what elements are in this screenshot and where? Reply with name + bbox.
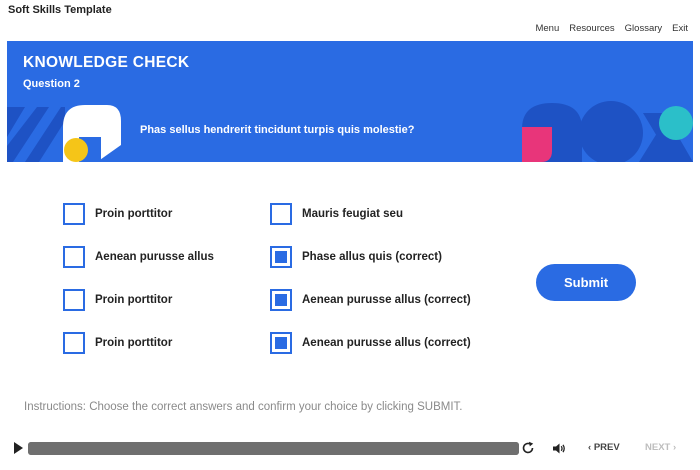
replay-icon[interactable] bbox=[521, 441, 535, 455]
question-number: Question 2 bbox=[23, 78, 80, 90]
answer-label: Aenean purusse allus bbox=[95, 251, 214, 263]
answer-option[interactable]: Proin porttitor bbox=[63, 203, 172, 225]
prev-label: PREV bbox=[593, 442, 620, 453]
app-title: Soft Skills Template bbox=[8, 4, 112, 16]
question-text: Phas sellus hendrerit tincidunt turpis q… bbox=[140, 124, 415, 136]
stripes-decoration bbox=[7, 107, 65, 162]
progress-bar[interactable] bbox=[28, 442, 519, 455]
answer-label: Aenean purusse allus (correct) bbox=[302, 337, 471, 349]
answer-label: Aenean purusse allus (correct) bbox=[302, 294, 471, 306]
answer-label: Proin porttitor bbox=[95, 337, 173, 349]
geometric-decoration bbox=[522, 101, 693, 162]
checkbox-checked[interactable] bbox=[270, 332, 292, 354]
chevron-left-icon: ‹ bbox=[588, 442, 592, 453]
answer-option[interactable]: Aenean purusse allus bbox=[63, 246, 214, 268]
checkbox[interactable] bbox=[63, 289, 85, 311]
checkbox[interactable] bbox=[270, 203, 292, 225]
top-nav: Menu Resources Glossary Exit bbox=[535, 23, 688, 34]
checkbox[interactable] bbox=[63, 246, 85, 268]
answer-label: Proin porttitor bbox=[95, 208, 173, 220]
answer-option[interactable]: Proin porttitor bbox=[63, 289, 172, 311]
answer-option[interactable]: Phase allus quis (correct) bbox=[270, 246, 442, 268]
checkbox-checked[interactable] bbox=[270, 289, 292, 311]
volume-icon[interactable] bbox=[552, 442, 566, 455]
instructions-text: Instructions: Choose the correct answers… bbox=[24, 401, 463, 413]
answer-label: Proin porttitor bbox=[95, 294, 173, 306]
question-mark-decoration bbox=[63, 105, 121, 162]
answer-label: Mauris feugiat seu bbox=[302, 208, 403, 220]
exit-link[interactable]: Exit bbox=[672, 23, 688, 34]
prev-button[interactable]: ‹ PREV bbox=[588, 442, 620, 453]
checkbox-checked[interactable] bbox=[270, 246, 292, 268]
menu-link[interactable]: Menu bbox=[535, 23, 559, 34]
answer-option[interactable]: Mauris feugiat seu bbox=[270, 203, 403, 225]
question-banner: KNOWLEDGE CHECK Question 2 Phas sellus h… bbox=[7, 41, 693, 162]
next-label: NEXT bbox=[645, 442, 671, 453]
knowledge-check-title: KNOWLEDGE CHECK bbox=[23, 54, 190, 71]
play-icon[interactable] bbox=[14, 442, 23, 454]
checkbox[interactable] bbox=[63, 203, 85, 225]
checkbox[interactable] bbox=[63, 332, 85, 354]
progress-fill bbox=[28, 442, 519, 455]
answer-option[interactable]: Proin porttitor bbox=[63, 332, 172, 354]
next-button: NEXT › bbox=[645, 442, 676, 453]
resources-link[interactable]: Resources bbox=[569, 23, 614, 34]
answer-option[interactable]: Aenean purusse allus (correct) bbox=[270, 332, 471, 354]
glossary-link[interactable]: Glossary bbox=[625, 23, 662, 34]
chevron-right-icon: › bbox=[672, 442, 677, 453]
answer-option[interactable]: Aenean purusse allus (correct) bbox=[270, 289, 471, 311]
submit-button[interactable]: Submit bbox=[536, 264, 636, 301]
answer-label: Phase allus quis (correct) bbox=[302, 251, 442, 263]
